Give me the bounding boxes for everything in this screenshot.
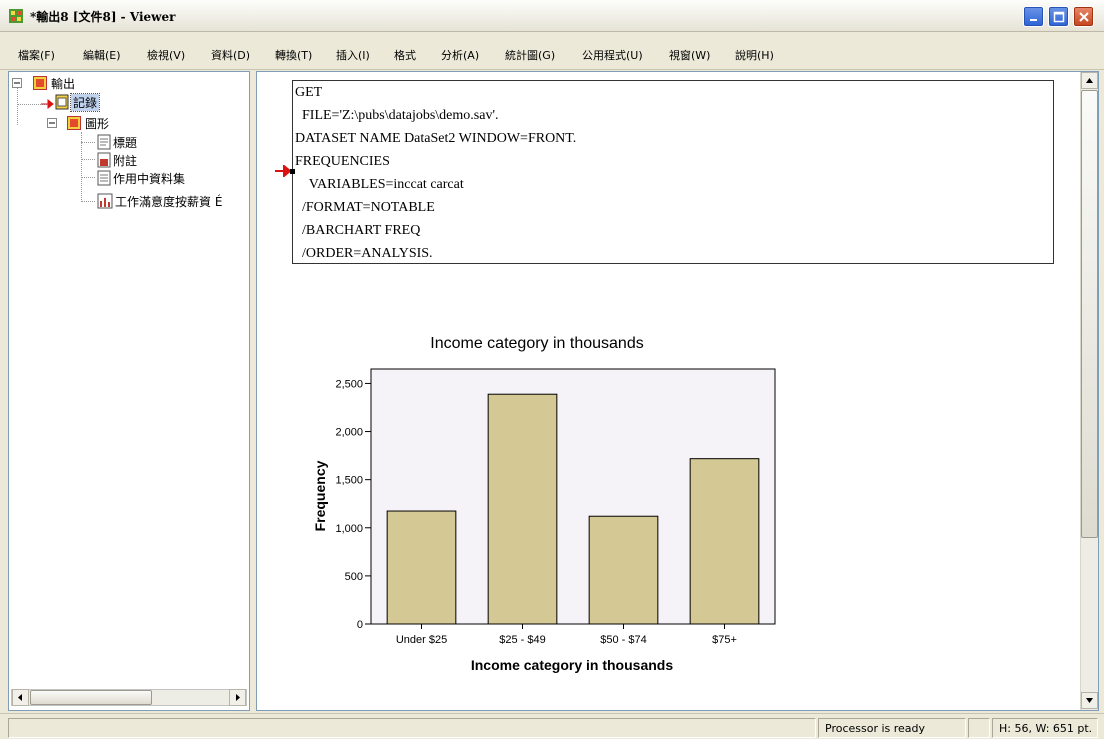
processor-status: Processor is ready <box>818 718 966 738</box>
tree-item-chart[interactable]: 工作滿意度按薪資 É <box>115 193 222 210</box>
menu-help[interactable]: 說明(H) <box>735 47 774 63</box>
syntax-log-box[interactable]: GET FILE='Z:\pubs\datajobs\demo.sav'. DA… <box>292 80 1054 264</box>
minimize-button[interactable] <box>1023 6 1044 27</box>
chart-title: Income category in thousands <box>430 335 643 352</box>
menu-edit[interactable]: 編輯(E) <box>83 47 121 63</box>
menu-insert[interactable]: 插入(I) <box>336 47 370 63</box>
tree-item-log[interactable]: 記錄 <box>69 93 101 112</box>
scroll-left-button[interactable] <box>12 689 29 706</box>
y-tick-label: 1,000 <box>335 523 363 535</box>
bar-chart-icon <box>97 193 113 209</box>
menu-utilities[interactable]: 公用程式(U) <box>582 47 643 63</box>
maximize-icon <box>1053 11 1065 23</box>
y-tick-label: 2,000 <box>335 427 363 439</box>
y-axis: 0 500 1,000 1,500 2,000 2,500 <box>335 378 371 631</box>
tree-connector <box>81 201 95 202</box>
tree-item-notes[interactable]: 附註 <box>113 152 137 169</box>
tree-connector <box>81 159 95 160</box>
scroll-thumb[interactable] <box>30 690 152 705</box>
menu-view[interactable]: 檢視(V) <box>147 47 185 63</box>
tree-connector <box>17 87 18 125</box>
arrow-down-icon <box>1086 698 1093 703</box>
y-axis-label: Frequency <box>312 460 328 531</box>
status-bar: Processor is ready H: 56, W: 651 pt. <box>0 713 1104 739</box>
scroll-down-button[interactable] <box>1081 692 1098 709</box>
output-pane[interactable]: GET FILE='Z:\pubs\datajobs\demo.sav'. DA… <box>256 71 1099 711</box>
tree-item-output[interactable]: 輸出 <box>51 75 75 92</box>
current-item-arrow-icon <box>41 99 54 109</box>
dimensions-status: H: 56, W: 651 pt. <box>992 718 1098 738</box>
bar[interactable] <box>689 458 760 625</box>
close-button[interactable] <box>1073 6 1094 27</box>
arrow-up-icon <box>1086 78 1093 83</box>
title-icon <box>97 134 111 150</box>
x-axis: Under $25 $25 - $49 $50 - $74 $75+ <box>396 624 737 646</box>
bar[interactable] <box>487 393 558 625</box>
outline-pane[interactable]: 輸出 記錄 圖形 標題 附註 作用中資料集 工作滿意度按薪資 É <box>8 71 250 711</box>
syntax-line: DATASET NAME DataSet2 WINDOW=FRONT. <box>295 131 577 146</box>
tree-connector <box>81 177 95 178</box>
syntax-line: FREQUENCIES <box>295 154 390 169</box>
x-axis-label: Income category in thousands <box>471 657 673 673</box>
x-tick-label: Under $25 <box>396 634 447 646</box>
menu-window[interactable]: 視窗(W) <box>669 47 710 63</box>
scroll-right-button[interactable] <box>229 689 246 706</box>
arrow-right-icon <box>236 694 240 701</box>
horizontal-scrollbar[interactable] <box>11 689 247 706</box>
x-tick-label: $50 - $74 <box>600 634 646 646</box>
title-bar: *輸出8 [文件8] - Viewer <box>0 0 1104 32</box>
book-icon <box>67 116 81 130</box>
syntax-line: VARIABLES=inccat carcat <box>295 177 464 192</box>
scroll-thumb[interactable] <box>1081 90 1098 538</box>
syntax-line: FILE='Z:\pubs\datajobs\demo.sav'. <box>295 108 499 123</box>
bar[interactable] <box>386 510 457 625</box>
syntax-line: /ORDER=ANALYSIS. <box>295 246 433 261</box>
x-tick-label: $75+ <box>712 634 737 646</box>
maximize-button[interactable] <box>1048 6 1069 27</box>
scroll-up-button[interactable] <box>1081 72 1098 89</box>
y-tick-label: 500 <box>345 571 363 583</box>
tree-connector <box>81 142 95 143</box>
menu-data[interactable]: 資料(D) <box>211 47 250 63</box>
notes-icon <box>97 152 111 168</box>
status-blank <box>968 718 990 738</box>
vertical-scrollbar[interactable] <box>1080 72 1098 710</box>
dataset-icon <box>97 170 111 186</box>
collapse-icon[interactable] <box>12 78 22 88</box>
window-title: *輸出8 [文件8] - Viewer <box>30 10 176 24</box>
close-icon <box>1079 12 1089 22</box>
y-tick-label: 2,500 <box>335 378 363 390</box>
collapse-icon[interactable] <box>47 118 57 128</box>
syntax-line: /BARCHART FREQ <box>295 223 421 238</box>
app-icon <box>9 9 23 23</box>
x-tick-label: $25 - $49 <box>499 634 545 646</box>
y-tick-label: 1,500 <box>335 475 363 487</box>
tree-item-graph[interactable]: 圖形 <box>85 115 109 132</box>
menu-format[interactable]: 格式 <box>394 47 416 63</box>
menu-transform[interactable]: 轉換(T) <box>275 47 312 63</box>
status-message <box>8 718 816 738</box>
book-icon <box>33 76 47 90</box>
minimize-icon <box>1030 19 1037 21</box>
syntax-line: /FORMAT=NOTABLE <box>295 200 435 215</box>
menu-bar: 檔案(F) 編輯(E) 檢視(V) 資料(D) 轉換(T) 插入(I) 格式 分… <box>0 33 1104 70</box>
frequency-bar-chart[interactable]: Income category in thousands 0 500 1,000 1,… <box>297 312 797 682</box>
menu-graphs[interactable]: 統計圖(G) <box>505 47 555 63</box>
y-tick-label: 0 <box>357 619 363 631</box>
menu-analyze[interactable]: 分析(A) <box>441 47 479 63</box>
tree-item-title[interactable]: 標題 <box>113 134 137 151</box>
arrow-left-icon <box>18 694 22 701</box>
log-icon <box>55 94 69 110</box>
tree-item-active-dataset[interactable]: 作用中資料集 <box>113 170 185 187</box>
selection-handle <box>290 169 295 174</box>
bar[interactable] <box>588 515 659 625</box>
syntax-line: GET <box>295 85 323 100</box>
menu-file[interactable]: 檔案(F) <box>18 47 55 63</box>
